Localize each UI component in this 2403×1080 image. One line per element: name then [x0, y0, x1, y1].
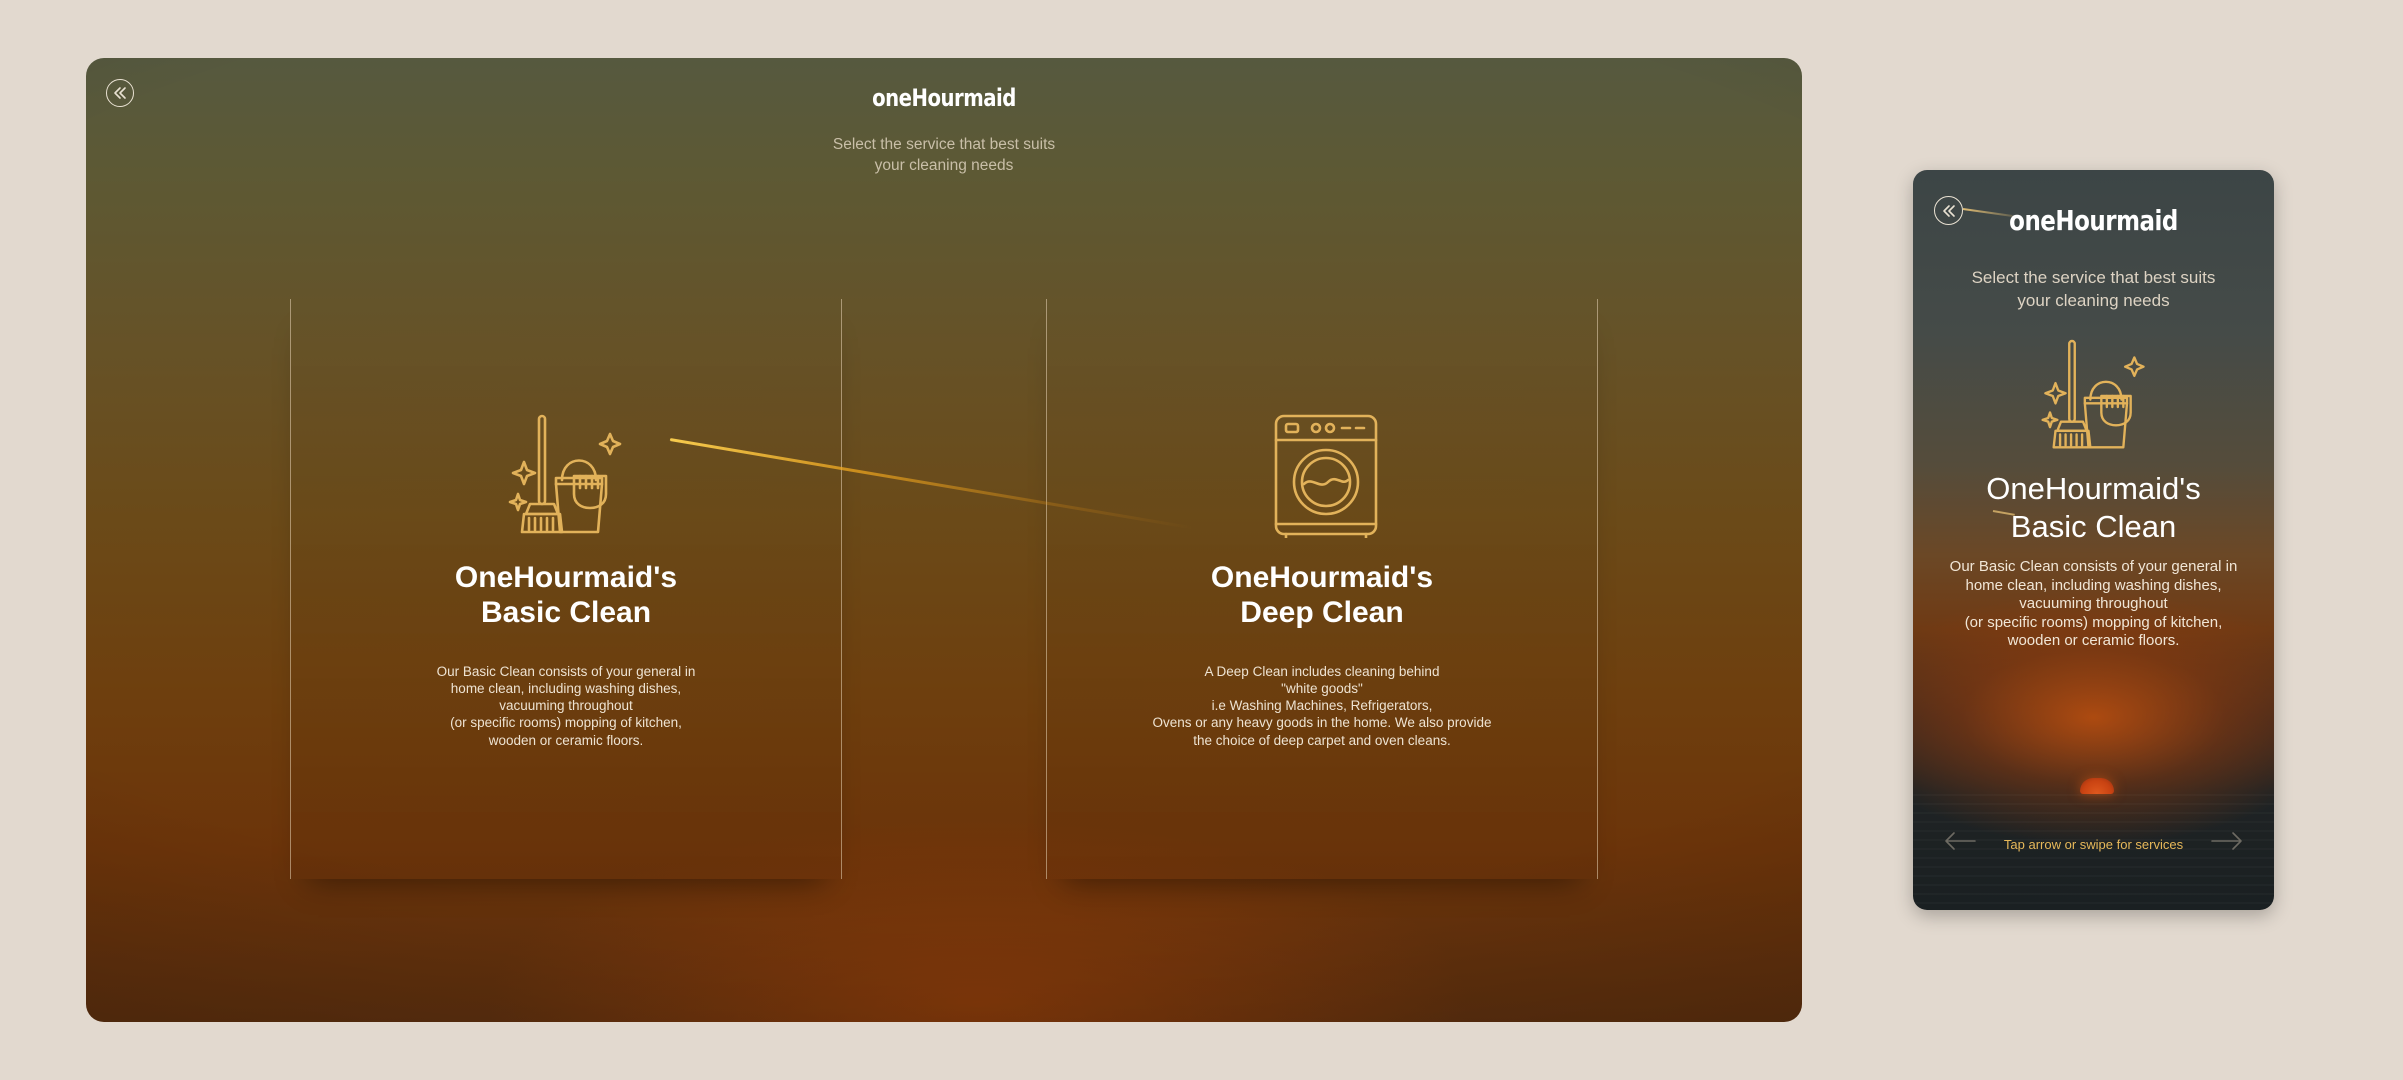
service-card-deep-clean[interactable]: OneHourmaid's Deep Clean A Deep Clean in… — [1046, 299, 1598, 879]
double-chevron-left-icon — [1942, 204, 1955, 217]
desktop-frame: oneHourmaid Select the service that best… — [86, 58, 1802, 1022]
service-description: Our Basic Clean consists of your general… — [436, 664, 696, 748]
service-card-basic-clean[interactable]: OneHourmaid's Basic Clean Our Basic Clea… — [290, 299, 842, 879]
service-title-line2: Deep Clean — [1240, 596, 1404, 630]
service-title-line1: OneHourmaid's — [454, 561, 678, 594]
arrow-right-icon[interactable] — [2210, 830, 2244, 852]
sea-background — [1913, 794, 2274, 910]
service-title-line2: Basic Clean — [2010, 508, 2177, 544]
broom-bucket-icon — [2039, 334, 2149, 458]
washing-machine-icon — [1262, 414, 1382, 538]
brand-logo: oneHourmaid — [2009, 204, 2178, 237]
service-description: Our Basic Clean consists of your general… — [1949, 558, 2238, 650]
page-tagline: Select the service that best suits your … — [832, 136, 1056, 174]
mobile-frame: oneHourmaid Select the service that best… — [1913, 170, 2274, 910]
service-description: A Deep Clean includes cleaning behind "w… — [1152, 664, 1492, 748]
service-title-line1: OneHourmaid's — [1986, 471, 2201, 506]
service-title-line1: OneHourmaid's — [1210, 561, 1434, 594]
brand-logo: oneHourmaid — [872, 84, 1016, 112]
service-title: OneHourmaid's Basic Clean — [291, 560, 841, 631]
back-button[interactable] — [1934, 196, 1963, 225]
broom-bucket-icon — [506, 414, 626, 538]
double-chevron-left-icon — [114, 87, 126, 99]
service-title-line2: Basic Clean — [480, 596, 652, 630]
service-title: OneHourmaid's Basic Clean — [1913, 470, 2274, 546]
page-tagline: Select the service that best suits your … — [1971, 268, 2216, 310]
back-button[interactable] — [106, 79, 134, 107]
sunset-sun — [2079, 778, 2114, 794]
service-title: OneHourmaid's Deep Clean — [1047, 560, 1597, 631]
